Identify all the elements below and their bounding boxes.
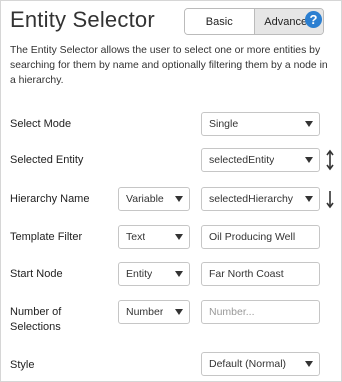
chevron-down-icon — [175, 196, 183, 202]
help-icon[interactable]: ? — [305, 11, 322, 28]
number-of-selections-type-dropdown[interactable]: Number — [118, 300, 190, 324]
chevron-down-icon — [305, 121, 313, 127]
template-filter-input[interactable]: Oil Producing Well — [201, 225, 320, 249]
template-filter-label: Template Filter — [10, 231, 83, 243]
hierarchy-name-type-value: Variable — [126, 193, 164, 205]
start-node-type-dropdown[interactable]: Entity — [118, 262, 190, 286]
start-node-type-value: Entity — [126, 268, 153, 280]
two-way-binding-icon[interactable] — [325, 148, 335, 172]
chevron-down-icon — [175, 271, 183, 277]
selected-entity-dropdown[interactable]: selectedEntity — [201, 148, 320, 172]
style-dropdown[interactable]: Default (Normal) — [201, 352, 320, 376]
mode-toggle: Basic Advanced — [184, 8, 324, 35]
start-node-value: Far North Coast — [209, 268, 284, 280]
number-of-selections-placeholder: Number... — [209, 306, 255, 318]
selected-entity-value: selectedEntity — [209, 154, 275, 166]
start-node-label: Start Node — [10, 268, 63, 280]
start-node-input[interactable]: Far North Coast — [201, 262, 320, 286]
style-value: Default (Normal) — [209, 358, 287, 370]
chevron-down-icon — [175, 309, 183, 315]
chevron-down-icon — [305, 157, 313, 163]
description-text: The Entity Selector allows the user to s… — [10, 45, 328, 86]
one-way-binding-icon[interactable] — [325, 187, 335, 211]
select-mode-label: Select Mode — [10, 118, 72, 130]
panel-title: Entity Selector — [10, 7, 155, 32]
hierarchy-name-type-dropdown[interactable]: Variable — [118, 187, 190, 211]
template-filter-type-value: Text — [126, 231, 146, 243]
number-of-selections-label: Number of Selections — [10, 306, 62, 333]
number-of-selections-input[interactable]: Number... — [201, 300, 320, 324]
number-of-selections-type-value: Number — [126, 306, 164, 318]
template-filter-value: Oil Producing Well — [209, 231, 296, 243]
selected-entity-label: Selected Entity — [10, 154, 84, 166]
hierarchy-name-value: selectedHierarchy — [209, 193, 294, 205]
basic-mode-button[interactable]: Basic — [185, 9, 254, 34]
hierarchy-name-label: Hierarchy Name — [10, 193, 90, 205]
chevron-down-icon — [305, 361, 313, 367]
chevron-down-icon — [175, 234, 183, 240]
template-filter-type-dropdown[interactable]: Text — [118, 225, 190, 249]
select-mode-value: Single — [209, 118, 239, 130]
style-label: Style — [10, 359, 35, 371]
hierarchy-name-dropdown[interactable]: selectedHierarchy — [201, 187, 320, 211]
chevron-down-icon — [305, 196, 313, 202]
select-mode-dropdown[interactable]: Single — [201, 112, 320, 136]
